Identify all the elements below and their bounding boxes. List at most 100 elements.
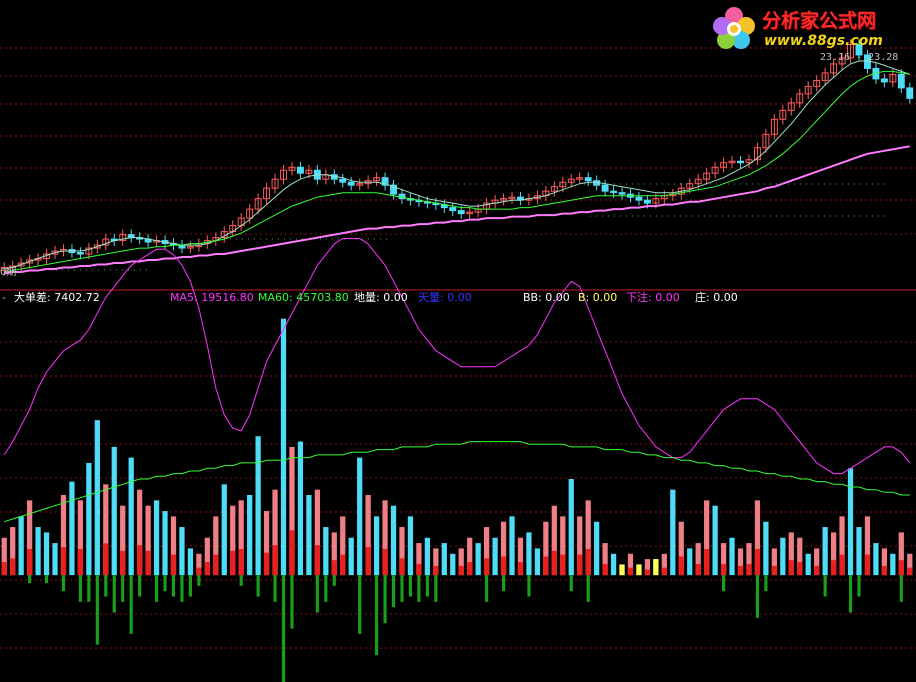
indicator-bar	[18, 516, 24, 576]
indicator-bar	[153, 500, 160, 576]
indicator-negative-bar	[180, 575, 184, 602]
indicator-bar	[475, 543, 481, 576]
indicator-bar-base	[737, 565, 744, 576]
legend-label: 庄:	[695, 291, 714, 304]
indicator-bar-base	[644, 569, 651, 576]
candle-body	[296, 166, 304, 174]
indicator-bar-base	[543, 556, 549, 576]
indicator-bar	[509, 516, 515, 576]
indicator-bar	[179, 527, 185, 576]
indicator-bar-base	[771, 565, 777, 576]
indicator-negative-bar	[171, 575, 176, 597]
candle-body	[457, 210, 465, 215]
indicator-bar-base	[720, 563, 727, 576]
legend-tianliang: 天量: 0.00	[418, 291, 472, 305]
indicator-negative-bar	[315, 575, 319, 613]
indicator-bar-base	[331, 560, 337, 576]
indicator-negative-bar	[899, 575, 903, 602]
candle-body	[76, 252, 84, 255]
indicator-bar	[187, 548, 194, 576]
indicator-bar-base	[10, 558, 16, 576]
candle-body	[618, 192, 626, 195]
indicator-bar-base	[864, 554, 871, 576]
indicator-negative-bar	[848, 575, 853, 613]
indicator-bar-base	[204, 562, 210, 576]
indicator-bar	[526, 532, 532, 576]
indicator-bar	[763, 521, 769, 576]
legend-label: MA60:	[258, 291, 297, 304]
indicator-bar	[847, 468, 854, 576]
indicator-bar-base	[77, 548, 84, 576]
indicator-negative-bar	[188, 575, 192, 597]
indicator-bar	[111, 446, 117, 576]
indicator-negative-bar	[197, 575, 201, 586]
indicator-bar	[492, 537, 498, 576]
legend-label: 地量:	[354, 291, 384, 304]
indicator-negative-bar	[485, 575, 489, 602]
indicator-bar	[805, 553, 811, 576]
indicator-negative-bar	[383, 575, 387, 624]
legend-value: 45703.80	[296, 291, 349, 304]
legend-label: 天量:	[418, 291, 448, 304]
indicator-bar	[441, 543, 447, 576]
indicator-legend: - 大单差: 7402.72 MA5: 19516.80 MA60: 45703.80…	[0, 291, 916, 307]
indicator-bar-base	[137, 545, 143, 576]
legend-value: 0.00	[545, 291, 570, 304]
indicator-bar	[568, 478, 574, 576]
indicator-negative-bar	[434, 575, 438, 602]
indicator-bar-base	[551, 550, 557, 576]
candle-body	[643, 199, 651, 204]
indicator-bar-base	[695, 563, 701, 576]
indicator-bar	[594, 521, 600, 576]
indicator-negative-bar	[121, 575, 125, 602]
legend-zhuang: 庄: 0.00	[695, 291, 738, 305]
ma5-line	[3, 238, 911, 475]
indicator-bar	[670, 489, 676, 576]
indicator-negative-bar	[764, 575, 768, 592]
indicator-bar-base	[1, 562, 7, 576]
indicator-bar-base	[365, 547, 371, 576]
indicator-bar	[43, 532, 50, 576]
candle-body	[584, 177, 592, 182]
indicator-negative-bar	[823, 575, 827, 597]
indicator-negative-bar	[569, 575, 573, 592]
indicator-negative-bar	[417, 575, 421, 602]
indicator-negative-bar	[755, 575, 760, 618]
legend-label: 大单差:	[14, 291, 55, 304]
flower-logo-icon	[713, 7, 755, 49]
indicator-negative-bar	[154, 575, 159, 602]
indicator-bar	[450, 553, 456, 576]
indicator-bar	[280, 318, 287, 576]
indicator-bar	[128, 457, 134, 576]
indicator-bar-base	[196, 567, 202, 576]
indicator-bar-base	[500, 556, 507, 576]
candle-body	[635, 196, 643, 201]
indicator-negative-bar	[138, 575, 142, 597]
indicator-bar	[424, 537, 431, 576]
legend-b: B: 0.00	[578, 291, 617, 305]
indicator-negative-bar	[28, 575, 32, 584]
indicator-bar	[873, 543, 879, 576]
indicator-negative-bar	[87, 575, 91, 602]
indicator-negative-bar	[400, 575, 404, 602]
indicator-negative-bar	[425, 575, 429, 597]
legend-diliang: 地量: 0.00	[354, 291, 408, 305]
indicator-bar-base	[382, 548, 388, 576]
indicator-negative-bar	[44, 575, 49, 584]
legend-ma60: MA60: 45703.80	[258, 291, 349, 305]
indicator-negative-bar	[324, 575, 328, 602]
indicator-bar-base	[213, 554, 219, 576]
candle-body	[610, 190, 618, 194]
candle-body	[339, 178, 347, 183]
indicator-bar-base	[433, 565, 439, 576]
indicator-bar-base	[839, 554, 845, 576]
indicator-bar-base	[577, 554, 583, 576]
indicator-negative-bar	[163, 575, 167, 592]
candle-body	[880, 78, 888, 83]
indicator-bar	[534, 548, 541, 576]
legend-label: B:	[578, 291, 593, 304]
indicator-negative-bar	[273, 575, 277, 602]
indicator-bar	[390, 505, 397, 576]
indicator-bar	[348, 537, 354, 576]
legend-label: MA5:	[170, 291, 202, 304]
